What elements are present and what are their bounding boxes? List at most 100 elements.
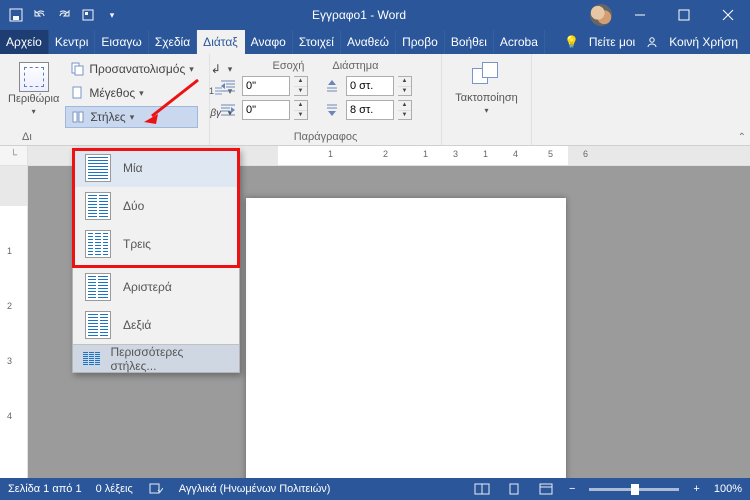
- tell-me[interactable]: Πείτε μοι: [589, 35, 635, 49]
- view-read-icon[interactable]: [473, 482, 491, 496]
- share-button[interactable]: Κοινή Χρήση: [669, 35, 738, 49]
- indent-title: Εσοχή: [273, 60, 305, 72]
- share-icon: [645, 35, 659, 49]
- ruler-vertical[interactable]: 1 2 3 4: [0, 166, 28, 478]
- minimize-button[interactable]: [618, 0, 662, 30]
- user-avatar[interactable]: [590, 4, 612, 26]
- space-after-icon: [322, 101, 342, 119]
- space-before-icon: [322, 77, 342, 95]
- indent-right-input[interactable]: [242, 100, 290, 120]
- chevron-down-icon: ▾: [139, 88, 144, 99]
- orientation-icon: [69, 62, 85, 76]
- view-web-icon[interactable]: [537, 482, 555, 496]
- page[interactable]: [246, 198, 566, 478]
- columns-two-label: Δύο: [123, 199, 144, 213]
- chevron-down-icon: ▾: [484, 106, 488, 115]
- zoom-out[interactable]: −: [569, 483, 575, 495]
- chevron-down-icon: ▾: [130, 112, 135, 123]
- status-page[interactable]: Σελίδα 1 από 1: [8, 483, 82, 495]
- columns-three-label: Τρεις: [123, 237, 151, 251]
- space-after-spinner[interactable]: ▲▼: [398, 100, 412, 120]
- spacing-title: Διάστημα: [332, 60, 378, 72]
- spellcheck-icon[interactable]: [147, 482, 165, 496]
- columns-two[interactable]: Δύο: [73, 187, 239, 225]
- status-bar: Σελίδα 1 από 1 0 λέξεις Αγγλικά (Ηνωμένω…: [0, 478, 750, 500]
- space-before-input[interactable]: [346, 76, 394, 96]
- margins-button[interactable]: Περιθώρια ▾: [8, 58, 59, 116]
- space-before-spinner[interactable]: ▲▼: [398, 76, 412, 96]
- group-page-setup: Περιθώρια ▾ Προσανατολισμός ▾ Μέγεθος ▾ …: [0, 54, 210, 145]
- group-title-paragraph: Παράγραφος: [218, 129, 433, 143]
- tab-references[interactable]: Αναφο: [245, 30, 293, 54]
- ribbon-collapse-icon[interactable]: ⌃: [738, 132, 746, 143]
- size-button[interactable]: Μέγεθος ▾: [65, 82, 197, 104]
- indent-left-field[interactable]: ▲▼: [218, 76, 308, 96]
- columns-button[interactable]: Στήλες ▾: [65, 106, 197, 128]
- columns-label: Στήλες: [90, 110, 125, 124]
- arrange-button[interactable]: Τακτοποίηση ▾: [450, 58, 523, 115]
- margins-label: Περιθώρια: [8, 94, 59, 105]
- columns-three-icon: [85, 230, 111, 258]
- indent-right-field[interactable]: ▲▼: [218, 100, 308, 120]
- tab-mailings[interactable]: Στοιχεί: [293, 30, 341, 54]
- maximize-button[interactable]: [662, 0, 706, 30]
- save-icon[interactable]: [6, 5, 26, 25]
- columns-one[interactable]: Μία: [73, 149, 239, 187]
- space-after-input[interactable]: [346, 100, 394, 120]
- indent-left-icon: [218, 77, 238, 95]
- columns-more-label: Περισσότερες στήλες...: [110, 345, 229, 373]
- chevron-down-icon: ▾: [189, 64, 194, 75]
- window-buttons: [618, 0, 750, 30]
- tab-review[interactable]: Αναθεώ: [341, 30, 396, 54]
- tab-design[interactable]: Σχεδία: [149, 30, 197, 54]
- status-language[interactable]: Αγγλικά (Ηνωμένων Πολιτειών): [179, 483, 331, 495]
- group-paragraph: Εσοχή Διάστημα ▲▼ ▲▼ ▲: [210, 54, 442, 145]
- columns-left[interactable]: Αριστερά: [73, 268, 239, 306]
- columns-dropdown: Μία Δύο Τρεις Αριστερά Δεξιά Περισσότερε…: [72, 148, 240, 373]
- space-before-field[interactable]: ▲▼: [322, 76, 412, 96]
- ribbon-panel: Περιθώρια ▾ Προσανατολισμός ▾ Μέγεθος ▾ …: [0, 54, 750, 146]
- tab-home[interactable]: Κεντρι: [49, 30, 96, 54]
- arrange-icon: [470, 62, 504, 90]
- redo-icon[interactable]: [54, 5, 74, 25]
- zoom-value[interactable]: 100%: [714, 483, 742, 495]
- columns-one-icon: [85, 154, 111, 182]
- indent-left-spinner[interactable]: ▲▼: [294, 76, 308, 96]
- tab-help[interactable]: Βοήθει: [445, 30, 494, 54]
- ribbon-tabs: Αρχείο Κεντρι Εισαγω Σχεδία Διάταξ Αναφο…: [0, 30, 750, 54]
- status-words[interactable]: 0 λέξεις: [96, 483, 133, 495]
- arrange-label: Τακτοποίηση: [455, 92, 518, 104]
- orientation-button[interactable]: Προσανατολισμός ▾: [65, 58, 197, 80]
- indent-right-spinner[interactable]: ▲▼: [294, 100, 308, 120]
- tab-view[interactable]: Προβο: [396, 30, 445, 54]
- columns-left-label: Αριστερά: [123, 280, 172, 294]
- close-button[interactable]: [706, 0, 750, 30]
- columns-two-icon: [85, 192, 111, 220]
- chevron-down-icon: ▾: [32, 107, 36, 116]
- zoom-in[interactable]: +: [693, 483, 699, 495]
- qat-down-icon[interactable]: ▾: [102, 5, 122, 25]
- tab-acrobat[interactable]: Acroba: [494, 30, 545, 54]
- columns-more-icon: [83, 352, 100, 366]
- qat-tool-icon[interactable]: [78, 5, 98, 25]
- size-label: Μέγεθος: [89, 86, 135, 100]
- tab-file[interactable]: Αρχείο: [0, 30, 49, 54]
- columns-three[interactable]: Τρεις: [73, 225, 239, 263]
- orientation-label: Προσανατολισμός: [89, 62, 185, 76]
- tab-insert[interactable]: Εισαγω: [95, 30, 148, 54]
- columns-more[interactable]: Περισσότερες στήλες...: [73, 344, 239, 372]
- view-print-icon[interactable]: [505, 482, 523, 496]
- ruler-corner: └: [0, 146, 28, 165]
- columns-left-icon: [85, 273, 111, 301]
- columns-right-icon: [85, 311, 111, 339]
- size-icon: [69, 86, 85, 100]
- indent-left-input[interactable]: [242, 76, 290, 96]
- columns-right-label: Δεξιά: [123, 318, 151, 332]
- indent-right-icon: [218, 101, 238, 119]
- space-after-field[interactable]: ▲▼: [322, 100, 412, 120]
- tab-layout[interactable]: Διάταξ: [197, 30, 245, 54]
- zoom-slider[interactable]: [589, 488, 679, 491]
- undo-icon[interactable]: [30, 5, 50, 25]
- columns-right[interactable]: Δεξιά: [73, 306, 239, 344]
- columns-one-label: Μία: [123, 161, 143, 175]
